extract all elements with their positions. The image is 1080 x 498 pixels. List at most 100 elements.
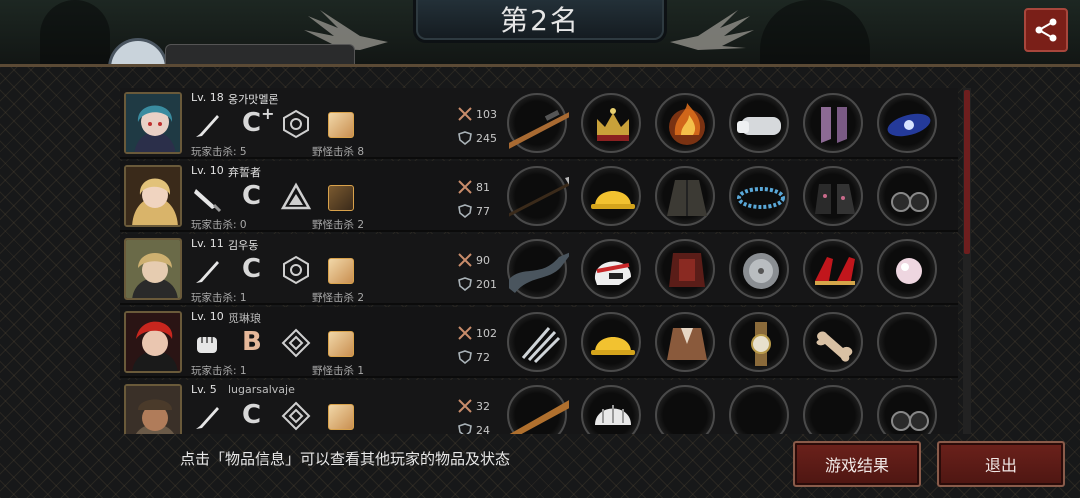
item-slot-binoculars[interactable]	[877, 385, 937, 434]
item-slot-empty[interactable]	[877, 312, 937, 372]
grade-letter: C	[242, 400, 262, 430]
watch-icon	[751, 322, 771, 366]
player-name: lugarsalvaje	[228, 383, 295, 396]
player-row[interactable]: Lv. 11 김우동 C 玩家击杀: 1 野怪击杀 2 90 201	[120, 234, 958, 305]
player-level: Lv. 18	[191, 91, 224, 104]
bracelet-icon	[737, 187, 785, 209]
player-row[interactable]: Lv. 5 lugarsalvaje C 32 24	[120, 380, 958, 434]
player-level: Lv. 10	[191, 310, 224, 323]
item-slot-crown[interactable]	[581, 93, 641, 153]
player-row[interactable]: Lv. 10 弃誓者 C 玩家击杀: 0 野怪击杀 2 81 77	[120, 161, 958, 232]
item-slot-watch[interactable]	[729, 312, 789, 372]
player-portrait	[124, 92, 182, 154]
item-slot-pearl[interactable]	[877, 239, 937, 299]
beast-kills: 野怪击杀 2	[312, 292, 365, 304]
item-slot-gauntlet[interactable]	[729, 93, 789, 153]
defense-stat: 201	[458, 277, 497, 291]
item-slot-claws[interactable]	[507, 312, 567, 372]
player-portrait	[124, 311, 182, 373]
item-slot-hard-hat[interactable]	[581, 166, 641, 226]
swords-icon	[458, 253, 472, 267]
swords-icon	[458, 326, 472, 340]
item-slot-floral-boots[interactable]	[803, 166, 863, 226]
bat-weapon-icon	[196, 261, 219, 283]
item-slot-red-heels[interactable]	[803, 239, 863, 299]
grade-letter: C	[242, 108, 262, 138]
attack-stat: 90	[458, 253, 490, 267]
item-slot-empty[interactable]	[655, 385, 715, 434]
player-list[interactable]: Lv. 18 옹가맛멜론 C+ 玩家击杀: 5 野怪击杀 8 103 245 L…	[120, 88, 958, 434]
skill-card-icon	[328, 331, 354, 357]
beast-kills: 野怪击杀 8	[312, 146, 365, 158]
grade-label: B	[242, 327, 262, 357]
item-slot-galaxy[interactable]	[877, 93, 937, 153]
item-slot-glaive[interactable]	[507, 166, 569, 226]
grade-label: C	[242, 181, 261, 211]
shield-icon	[458, 131, 472, 145]
knife-weapon-icon	[194, 189, 222, 213]
right-wing-ornament	[670, 10, 754, 50]
item-slot-jacket[interactable]	[655, 312, 715, 372]
item-slot-metal-disc[interactable]	[729, 239, 789, 299]
player-kills: 玩家击杀: 5	[191, 146, 247, 158]
coat-icon	[667, 180, 707, 216]
game-result-button[interactable]: 游戏结果	[793, 441, 921, 487]
exit-button[interactable]: 退出	[937, 441, 1065, 487]
item-slot-dragon-weapon[interactable]	[507, 239, 569, 299]
item-slot-racing-helmet[interactable]	[581, 239, 641, 299]
item-slot-coat[interactable]	[655, 166, 715, 226]
scrollbar-thumb[interactable]	[964, 90, 970, 254]
item-slot-flame-armor[interactable]	[655, 93, 715, 153]
claws-icon	[521, 327, 561, 364]
grade-letter: B	[242, 327, 262, 357]
item-slot-red-armor[interactable]	[655, 239, 715, 299]
player-row[interactable]: Lv. 10 觅琳琅 B 玩家击杀: 1 野怪击杀 1 102 72	[120, 307, 958, 378]
swords-icon	[458, 107, 472, 121]
pearl-icon	[896, 258, 922, 284]
item-slot-bone[interactable]	[803, 312, 863, 372]
crown-icon	[597, 108, 629, 141]
binoculars-icon	[891, 192, 929, 212]
defense-value: 72	[476, 350, 490, 364]
player-row[interactable]: Lv. 18 옹가맛멜론 C+ 玩家击杀: 5 野怪击杀 8 103 245	[120, 88, 958, 159]
shield-icon	[458, 277, 472, 291]
player-kills: 玩家击杀: 1	[191, 292, 247, 304]
item-slot-bat[interactable]	[507, 385, 569, 434]
item-slot-rifle[interactable]	[507, 93, 569, 153]
glaive-icon	[509, 176, 569, 217]
metal-disc-icon	[743, 253, 779, 289]
attack-stat: 32	[458, 399, 490, 413]
defense-value: 245	[476, 131, 497, 145]
skill-card-icon	[328, 185, 354, 211]
skill-card-icon	[328, 404, 354, 430]
defense-value: 201	[476, 277, 497, 291]
fist-weapon-icon	[197, 337, 217, 353]
player-level: Lv. 11	[191, 237, 224, 250]
player-portrait	[124, 384, 182, 434]
red-armor-icon	[669, 253, 705, 287]
item-slot-empty[interactable]	[803, 385, 863, 434]
bat-icon	[509, 400, 569, 434]
skill-card-icon	[328, 112, 354, 138]
defense-value: 77	[476, 204, 490, 218]
item-slot-binoculars[interactable]	[877, 166, 937, 226]
rank-title: 第2名	[500, 4, 580, 37]
tree-silhouette	[40, 0, 110, 64]
item-slot-empty[interactable]	[729, 385, 789, 434]
share-button[interactable]	[1024, 8, 1068, 52]
player-name: 觅琳琅	[228, 312, 261, 325]
item-slot-boots[interactable]	[803, 93, 863, 153]
top-tab	[165, 44, 355, 66]
attack-stat: 102	[458, 326, 497, 340]
racing-helmet-icon	[594, 261, 631, 285]
floral-boots-icon	[815, 184, 855, 214]
rank-title-plate: 第2名	[416, 0, 664, 40]
item-slot-hard-hat[interactable]	[581, 312, 641, 372]
boots-icon	[821, 107, 847, 143]
item-slot-bracelet[interactable]	[729, 166, 789, 226]
jacket-icon	[667, 328, 707, 360]
hexagon-trait-icon	[283, 109, 309, 139]
item-slot-bike-helmet[interactable]	[581, 385, 641, 434]
bat-weapon-icon	[196, 115, 219, 137]
binoculars-icon	[891, 411, 929, 431]
